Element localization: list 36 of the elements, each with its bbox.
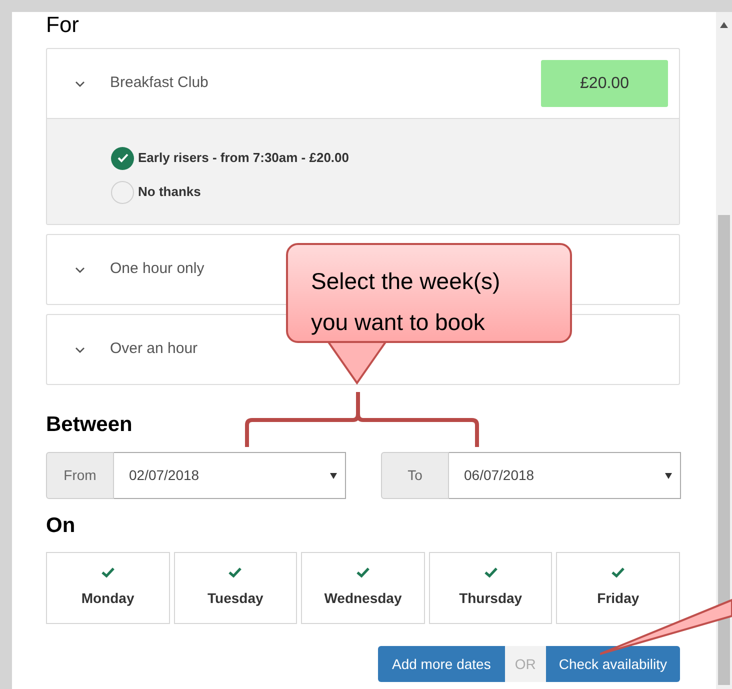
field-label: To bbox=[381, 452, 449, 499]
section-heading: For bbox=[46, 12, 80, 38]
day-toggle[interactable]: Tuesday bbox=[174, 552, 298, 624]
accordion-header[interactable]: Breakfast Club bbox=[75, 49, 208, 118]
radio-option[interactable]: No thanks bbox=[111, 180, 679, 204]
day-toggle[interactable]: Monday bbox=[46, 552, 170, 624]
dropdown-arrow-icon bbox=[330, 472, 337, 478]
field-label: From bbox=[46, 452, 114, 499]
chevron-down-icon bbox=[75, 346, 85, 352]
check-icon bbox=[484, 567, 498, 578]
day-toggle[interactable]: Wednesday bbox=[301, 552, 425, 624]
chevron-down-icon bbox=[75, 80, 85, 86]
scroll-up-icon[interactable] bbox=[720, 22, 728, 28]
check-icon bbox=[100, 567, 115, 578]
hint-tooltip: Select the week(s) you want to book bbox=[286, 243, 572, 343]
section-heading: On bbox=[46, 513, 76, 539]
scrollbar[interactable] bbox=[716, 12, 732, 689]
separator-label: OR bbox=[504, 646, 546, 682]
check-icon bbox=[356, 567, 370, 578]
accordion-header[interactable]: Over an hour bbox=[75, 315, 198, 384]
scroll-thumb[interactable] bbox=[718, 215, 730, 685]
price-tag: £20.00 bbox=[541, 60, 668, 107]
check-icon bbox=[611, 567, 626, 578]
check-availability-button[interactable]: Check availability bbox=[546, 646, 680, 682]
check-icon bbox=[228, 567, 242, 578]
day-toggle[interactable]: Friday bbox=[556, 552, 680, 624]
dropdown-arrow-icon bbox=[665, 472, 672, 478]
day-toggle[interactable]: Thursday bbox=[428, 552, 552, 624]
add-dates-button[interactable]: Add more dates bbox=[378, 646, 505, 682]
chevron-down-icon bbox=[75, 266, 85, 272]
accordion-header[interactable]: One hour only bbox=[75, 235, 204, 304]
radio-option[interactable]: Early risers - from 7:30am - £20.00 bbox=[111, 146, 679, 170]
date-dropdown[interactable]: 06/07/2018 bbox=[449, 452, 681, 499]
date-dropdown[interactable]: 02/07/2018 bbox=[114, 452, 346, 499]
section-heading: Between bbox=[46, 412, 134, 438]
check-icon bbox=[116, 153, 128, 163]
